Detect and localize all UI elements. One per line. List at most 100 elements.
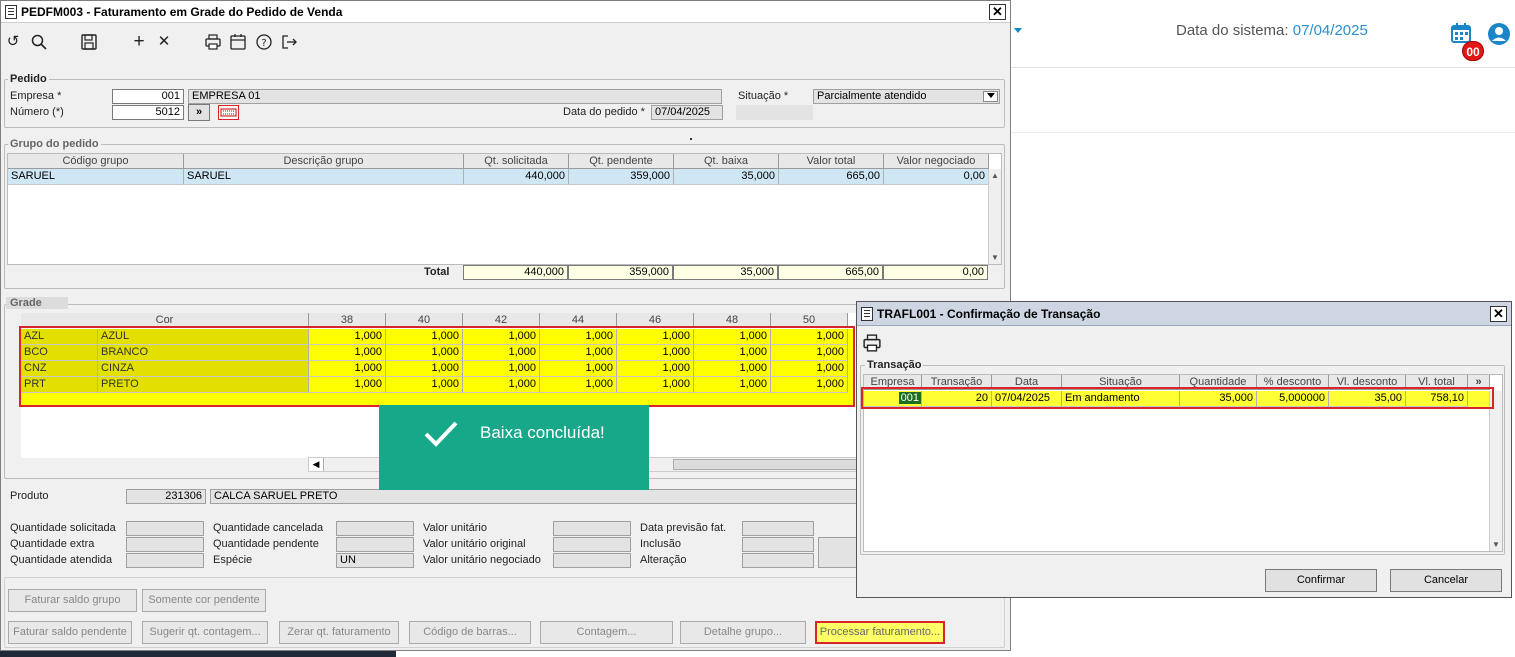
grade-cell-qty[interactable]: 1,000 <box>386 345 463 361</box>
grade-cell-qty[interactable]: 1,000 <box>463 377 540 393</box>
scroll-down-icon[interactable]: ▼ <box>1492 540 1500 549</box>
grade-cell-qty[interactable]: 1,000 <box>771 329 848 345</box>
grade-cell-qty[interactable]: 1,000 <box>617 329 694 345</box>
scroll-left-icon[interactable]: ◀ <box>309 458 324 471</box>
grupo-header-valor-negociado[interactable]: Valor negociado <box>884 154 989 169</box>
grade-row[interactable]: PRT PRETO 1,000 1,000 1,000 1,000 1,000 1,000 1,… <box>21 377 853 393</box>
trans-header-quantidade[interactable]: Quantidade <box>1180 375 1257 390</box>
grupo-header-codigo[interactable]: Código grupo <box>8 154 184 169</box>
grade-header-50[interactable]: 50 <box>771 313 848 328</box>
codigo-barras-button[interactable]: Código de barras... <box>409 621 531 644</box>
situacao-select[interactable]: Parcialmente atendido <box>813 89 1000 104</box>
grade-cell-qty[interactable]: 1,000 <box>771 377 848 393</box>
user-icon[interactable] <box>1487 22 1511 46</box>
trans-header-desconto-pct[interactable]: % desconto <box>1257 375 1329 390</box>
trans-cell-empresa[interactable]: 001 <box>864 391 922 407</box>
grade-cell-qty[interactable]: 1,000 <box>694 361 771 377</box>
print-icon[interactable] <box>203 32 223 52</box>
grade-cell-qty[interactable]: 1,000 <box>694 345 771 361</box>
dialog-print-icon[interactable] <box>863 334 881 352</box>
grade-cell-qty[interactable]: 1,000 <box>309 361 386 377</box>
trans-header-vl-total[interactable]: Vl. total <box>1406 375 1468 390</box>
grade-cell-qty[interactable]: 1,000 <box>540 329 617 345</box>
grade-cell-qty[interactable]: 1,000 <box>463 345 540 361</box>
calendar-icon[interactable] <box>1451 23 1471 43</box>
grupo-header-descricao[interactable]: Descrição grupo <box>184 154 464 169</box>
undo-icon[interactable]: ↺ <box>3 32 23 52</box>
numero-field[interactable]: 5012 <box>112 105 184 120</box>
grade-cell-qty[interactable]: 1,000 <box>463 329 540 345</box>
trans-header-situacao[interactable]: Situação <box>1062 375 1180 390</box>
pedido-legend: Pedido <box>8 73 49 85</box>
trans-header-more[interactable]: » <box>1468 375 1490 390</box>
scroll-down-icon[interactable]: ▼ <box>991 253 999 262</box>
calendar-small-icon[interactable] <box>228 32 248 52</box>
trans-header-data[interactable]: Data <box>992 375 1062 390</box>
grade-header-48[interactable]: 48 <box>694 313 771 328</box>
grade-cell-qty[interactable]: 1,000 <box>309 329 386 345</box>
grupo-header-qt-pendente[interactable]: Qt. pendente <box>569 154 674 169</box>
grade-cell-qty[interactable]: 1,000 <box>771 361 848 377</box>
grupo-header-valor-total[interactable]: Valor total <box>779 154 884 169</box>
grade-cell-qty[interactable]: 1,000 <box>771 345 848 361</box>
grupo-header-qt-solicitada[interactable]: Qt. solicitada <box>464 154 569 169</box>
grade-header-38[interactable]: 38 <box>309 313 386 328</box>
delete-icon[interactable]: ✕ <box>154 32 174 52</box>
keyboard-icon[interactable] <box>218 105 239 120</box>
table-row[interactable]: 001 20 07/04/2025 Em andamento 35,000 5,… <box>864 391 1490 407</box>
grade-cell-qty[interactable]: 1,000 <box>463 361 540 377</box>
grade-cell-qty[interactable]: 1,000 <box>617 377 694 393</box>
numero-next-button[interactable]: » <box>188 104 210 121</box>
grade-row[interactable]: CNZ CINZA 1,000 1,000 1,000 1,000 1,000 1,000 1,… <box>21 361 853 377</box>
grade-cell-qty[interactable]: 1,000 <box>309 377 386 393</box>
grupo-scrollbar[interactable]: ▲ ▼ <box>988 169 1001 264</box>
grade-cell-qty[interactable]: 1,000 <box>309 345 386 361</box>
scroll-up-icon[interactable]: ▲ <box>991 171 999 180</box>
help-icon[interactable]: ? <box>254 32 274 52</box>
grade-row[interactable]: BCO BRANCO 1,000 1,000 1,000 1,000 1,000 1,000 1… <box>21 345 853 361</box>
bg-dropdown-arrow[interactable] <box>1014 28 1022 33</box>
zerar-faturamento-button[interactable]: Zerar qt. faturamento <box>279 621 399 644</box>
add-icon[interactable]: + <box>129 32 149 52</box>
cancelar-button[interactable]: Cancelar <box>1390 569 1502 592</box>
extra-field <box>818 537 858 568</box>
grade-header-40[interactable]: 40 <box>386 313 463 328</box>
grade-cell-qty[interactable]: 1,000 <box>540 345 617 361</box>
save-icon[interactable] <box>79 32 99 52</box>
grade-cell-qty[interactable]: 1,000 <box>617 361 694 377</box>
grade-cell-qty[interactable]: 1,000 <box>694 329 771 345</box>
detalhe-grupo-button[interactable]: Detalhe grupo... <box>680 621 806 644</box>
grupo-header-qt-baixa[interactable]: Qt. baixa <box>674 154 779 169</box>
trans-header-transacao[interactable]: Transação <box>922 375 992 390</box>
contagem-button[interactable]: Contagem... <box>540 621 673 644</box>
grade-header-44[interactable]: 44 <box>540 313 617 328</box>
confirmar-button[interactable]: Confirmar <box>1265 569 1377 592</box>
trans-header-empresa[interactable]: Empresa <box>864 375 922 390</box>
processar-faturamento-button[interactable]: Processar faturamento... <box>815 621 945 644</box>
main-close-button[interactable]: ✕ <box>989 4 1006 20</box>
grade-cell-qty[interactable]: 1,000 <box>617 345 694 361</box>
grade-cell-qty[interactable]: 1,000 <box>540 361 617 377</box>
grade-cell-qty[interactable]: 1,000 <box>386 329 463 345</box>
scroll-thumb[interactable] <box>673 459 857 470</box>
grade-cell-qty[interactable]: 1,000 <box>386 377 463 393</box>
chevron-down-icon[interactable] <box>983 91 998 102</box>
faturar-saldo-pendente-button[interactable]: Faturar saldo pendente <box>8 621 132 644</box>
faturar-saldo-grupo-button[interactable]: Faturar saldo grupo <box>8 589 137 612</box>
trans-header-vl-desconto[interactable]: Vl. desconto <box>1329 375 1406 390</box>
grade-cell-qty[interactable]: 1,000 <box>540 377 617 393</box>
somente-cor-pendente-button[interactable]: Somente cor pendente <box>142 589 266 612</box>
sugerir-contagem-button[interactable]: Sugerir qt. contagem... <box>142 621 268 644</box>
grade-cell-qty[interactable]: 1,000 <box>386 361 463 377</box>
search-icon[interactable] <box>29 32 49 52</box>
grade-row[interactable]: AZL AZUL 1,000 1,000 1,000 1,000 1,000 1,000 1,0… <box>21 329 853 345</box>
dialog-scrollbar[interactable]: ▼ <box>1489 391 1502 551</box>
empresa-code-field[interactable]: 001 <box>112 89 184 104</box>
grade-header-42[interactable]: 42 <box>463 313 540 328</box>
dialog-close-button[interactable]: ✕ <box>1490 306 1507 322</box>
table-row[interactable]: SARUEL SARUEL 440,000 359,000 35,000 665… <box>8 169 989 185</box>
grade-header-46[interactable]: 46 <box>617 313 694 328</box>
grade-header-cor[interactable]: Cor <box>21 313 309 328</box>
exit-icon[interactable] <box>279 32 299 52</box>
grade-cell-qty[interactable]: 1,000 <box>694 377 771 393</box>
